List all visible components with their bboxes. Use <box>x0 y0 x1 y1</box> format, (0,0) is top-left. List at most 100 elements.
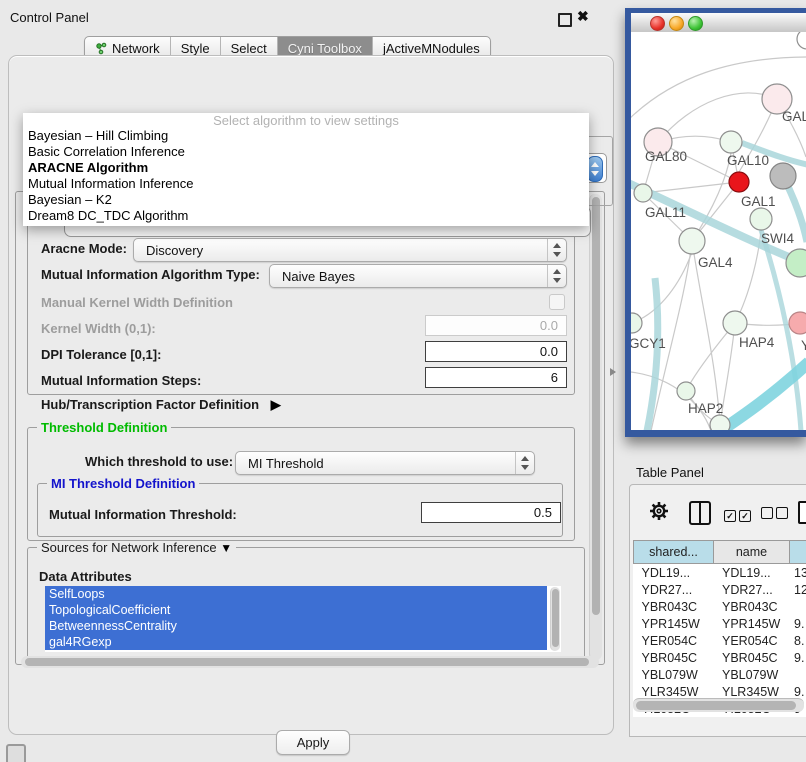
tab-network-label: Network <box>112 41 160 56</box>
aracne-mode-label: Aracne Mode: <box>41 241 127 256</box>
network-node-bottom-partial[interactable] <box>710 415 730 430</box>
menu-item-bayesian-hill-climbing[interactable]: Bayesian – Hill Climbing <box>23 128 589 144</box>
combo-stepper-icon <box>547 265 566 287</box>
menu-item-mutual-information[interactable]: Mutual Information Inference <box>23 176 589 192</box>
list-item-topologicalcoefficient[interactable]: TopologicalCoefficient <box>45 602 547 618</box>
network-canvas[interactable]: GAL80 GAL10 GAL1 GAL11 SWI4 GAL4 GCY1 HA… <box>631 32 806 430</box>
table-row[interactable]: YBL079WYBL079W <box>634 666 806 683</box>
combo-stepper-icon <box>515 452 534 474</box>
settings-hscrollbar-thumb[interactable] <box>25 658 589 666</box>
show-columns-icon[interactable] <box>689 501 711 525</box>
table-hscrollbar-thumb[interactable] <box>636 701 796 710</box>
table-row[interactable]: YBR043CYBR043C <box>634 598 806 615</box>
control-panel-title: Control Panel <box>10 10 89 25</box>
panel-splitter-handle[interactable] <box>610 368 616 376</box>
settings-vscrollbar[interactable] <box>589 194 602 660</box>
column-header-shared[interactable]: shared... <box>634 541 714 564</box>
network-node-red[interactable] <box>729 172 749 192</box>
list-vscrollbar-thumb[interactable] <box>552 589 559 647</box>
table-row[interactable]: YPR145WYPR145W9. <box>634 615 806 632</box>
hub-definition-toggle[interactable]: Hub/Transcription Factor Definition ▶ <box>41 397 281 413</box>
mi-algorithm-type-label: Mutual Information Algorithm Type: <box>41 267 260 282</box>
table-row[interactable]: YER054CYER054C8. <box>634 632 806 649</box>
aracne-mode-combobox[interactable]: Discovery <box>133 238 567 262</box>
network-window-titlebar[interactable] <box>631 13 806 33</box>
manual-kernel-width-checkbox[interactable] <box>549 294 565 310</box>
table-hscrollbar[interactable] <box>633 698 804 712</box>
network-node-gcy1[interactable] <box>631 313 642 333</box>
settings-vscrollbar-thumb[interactable] <box>592 197 600 615</box>
network-node-pink-right[interactable] <box>789 312 806 334</box>
node-label: GAL11 <box>645 205 686 220</box>
column-header-name[interactable]: name <box>714 541 790 564</box>
node-label: GAL10 <box>727 153 769 168</box>
deselect-all-icon[interactable] <box>761 507 791 522</box>
node-label: Y <box>801 338 806 353</box>
collapse-right-icon: ▶ <box>271 397 281 413</box>
table-header-row: shared... name <box>634 541 806 564</box>
network-node-partial[interactable] <box>797 32 806 49</box>
popup-prompt: Select algorithm to view settings <box>23 113 589 128</box>
menu-item-dream8[interactable]: Dream8 DC_TDC Algorithm <box>23 208 589 224</box>
network-node-hap4[interactable] <box>723 311 747 335</box>
mi-steps-label: Mutual Information Steps: <box>41 373 201 388</box>
zoom-traffic-light-icon[interactable] <box>688 16 703 31</box>
node-attribute-table: shared... name YDL19...YDL19...13 YDR27.… <box>633 540 806 717</box>
column-header-partial[interactable] <box>790 541 806 564</box>
network-node-gal1[interactable] <box>750 208 772 230</box>
mi-steps-field[interactable] <box>425 367 567 388</box>
kernel-width-field[interactable] <box>425 315 567 336</box>
menu-item-aracne[interactable]: ARACNE Algorithm <box>23 160 589 176</box>
node-label: SWI4 <box>761 231 794 246</box>
table-row[interactable]: YDR27...YDR27...12 <box>634 581 806 598</box>
table-row[interactable]: YBR045CYBR045C9. <box>634 649 806 666</box>
list-vscrollbar[interactable] <box>550 587 560 651</box>
threshold-definition-title: Threshold Definition <box>37 421 171 434</box>
node-label: GCY1 <box>631 336 666 351</box>
stepper-down-icon <box>591 171 599 176</box>
gear-icon[interactable] <box>649 501 669 521</box>
dpi-tolerance-label: DPI Tolerance [0,1]: <box>41 347 161 362</box>
sources-title-row[interactable]: Sources for Network Inference ▼ <box>37 541 236 555</box>
close-icon[interactable]: ✖ <box>577 8 589 25</box>
collapse-down-icon: ▼ <box>220 542 232 555</box>
network-node-gal4[interactable] <box>679 228 705 254</box>
combo-stepper-focused[interactable] <box>587 156 603 182</box>
minimize-traffic-light-icon[interactable] <box>669 16 684 31</box>
mi-threshold-field[interactable] <box>421 502 561 523</box>
network-node-hap2[interactable] <box>677 382 695 400</box>
network-node-gray[interactable] <box>770 163 796 189</box>
node-label: GAL80 <box>645 149 687 164</box>
apply-button[interactable]: Apply <box>276 730 350 755</box>
kernel-width-label: Kernel Width (0,1): <box>41 321 156 336</box>
node-label: HAP4 <box>739 335 775 350</box>
list-item-selfloops[interactable]: SelfLoops <box>45 586 547 602</box>
network-node-gal11[interactable] <box>634 184 652 202</box>
menu-item-bayesian-k2[interactable]: Bayesian – K2 <box>23 192 589 208</box>
node-label: GAL1 <box>741 194 776 209</box>
menu-item-basic-correlation[interactable]: Basic Correlation Inference <box>23 144 589 160</box>
table-panel-title: Table Panel <box>636 465 704 480</box>
table-panel: ✓✓ shared... name YDL19...YDL19...13 YDR… <box>629 484 806 737</box>
which-threshold-combobox[interactable]: MI Threshold <box>235 451 535 475</box>
data-attributes-label: Data Attributes <box>39 569 132 584</box>
settings-hscrollbar[interactable] <box>21 656 599 668</box>
file-icon[interactable] <box>798 501 806 524</box>
close-traffic-light-icon[interactable] <box>650 16 665 31</box>
network-view-window[interactable]: GAL80 GAL10 GAL1 GAL11 SWI4 GAL4 GCY1 HA… <box>625 8 806 437</box>
control-panel-titlebar: Control Panel ✖ <box>0 0 622 32</box>
list-item-betweennesscentrality[interactable]: BetweennessCentrality <box>45 618 547 634</box>
dpi-tolerance-field[interactable] <box>425 341 567 362</box>
node-label: HAP2 <box>688 401 723 416</box>
mi-threshold-group-title: MI Threshold Definition <box>47 477 199 490</box>
collapsed-panel-icon[interactable] <box>6 744 26 762</box>
list-item-gal4rgexp[interactable]: gal4RGexp <box>45 634 547 650</box>
table-row[interactable]: YDL19...YDL19...13 <box>634 564 806 582</box>
data-attributes-list[interactable]: SelfLoops TopologicalCoefficient Between… <box>45 586 561 652</box>
network-node-gal10[interactable] <box>720 131 742 153</box>
select-all-icon[interactable]: ✓✓ <box>724 507 754 522</box>
stepper-up-icon <box>591 162 599 167</box>
float-window-icon[interactable] <box>558 13 572 27</box>
combo-stepper-icon <box>547 239 566 261</box>
mi-algorithm-type-combobox[interactable]: Naive Bayes <box>269 264 567 288</box>
